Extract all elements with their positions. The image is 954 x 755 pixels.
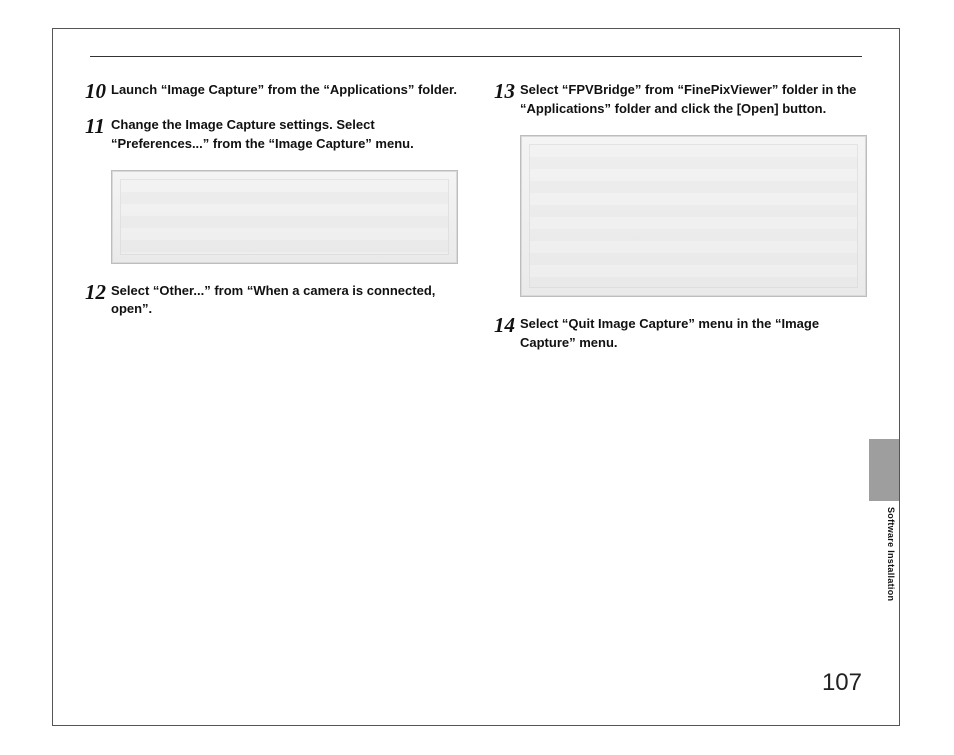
two-column-layout: 10 Launch “Image Capture” from the “Appl… xyxy=(85,81,867,650)
figure-image-capture-menu xyxy=(111,170,458,264)
step-13: 13 Select “FPVBridge” from “FinePixViewe… xyxy=(494,81,867,119)
step-10: 10 Launch “Image Capture” from the “Appl… xyxy=(85,81,458,100)
right-column: 13 Select “FPVBridge” from “FinePixViewe… xyxy=(494,81,867,650)
left-column: 10 Launch “Image Capture” from the “Appl… xyxy=(85,81,458,650)
step-number: 13 xyxy=(494,81,520,102)
page-number: 107 xyxy=(822,669,862,697)
page-frame: 10 Launch “Image Capture” from the “Appl… xyxy=(52,28,900,726)
figure-open-dialog xyxy=(520,135,867,297)
step-12: 12 Select “Other...” from “When a camera… xyxy=(85,282,458,320)
step-number: 10 xyxy=(85,81,111,102)
top-rule xyxy=(90,56,862,57)
step-text: Select “Other...” from “When a camera is… xyxy=(111,282,458,320)
step-number: 11 xyxy=(85,116,111,137)
step-text: Launch “Image Capture” from the “Applica… xyxy=(111,81,458,100)
step-text: Select “Quit Image Capture” menu in the … xyxy=(520,315,867,353)
step-14: 14 Select “Quit Image Capture” menu in t… xyxy=(494,315,867,353)
section-side-label: Software Installation xyxy=(886,507,896,601)
section-thumb-tab xyxy=(869,439,899,501)
step-number: 12 xyxy=(85,282,111,303)
step-text: Change the Image Capture settings. Selec… xyxy=(111,116,458,154)
step-11: 11 Change the Image Capture settings. Se… xyxy=(85,116,458,154)
step-number: 14 xyxy=(494,315,520,336)
step-text: Select “FPVBridge” from “FinePixViewer” … xyxy=(520,81,867,119)
